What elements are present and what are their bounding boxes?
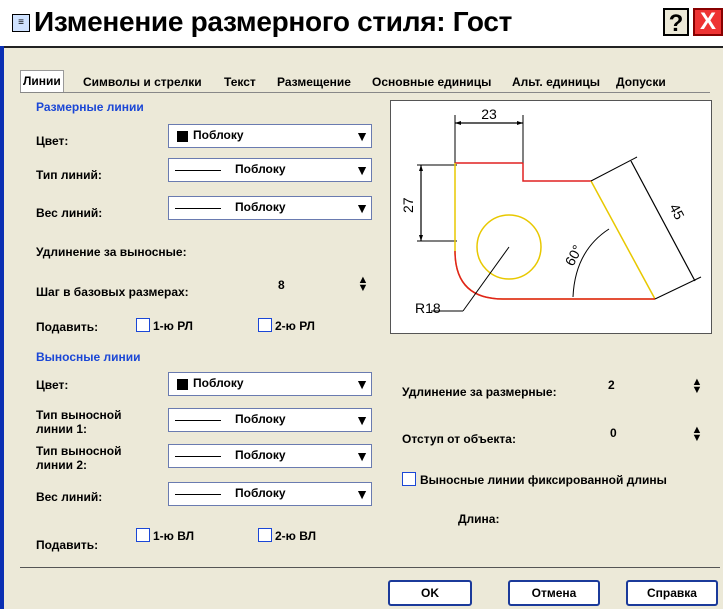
tab-divider [20,92,710,93]
ext2-linetype-label-b: линии 2: [36,458,88,472]
ext-color-value: Поблоку [193,376,244,390]
preview-panel: 23 27 R18 45 60° [390,100,712,334]
length-label: Длина: [458,512,500,526]
suppress-dim2-checkbox[interactable] [258,318,272,332]
window-title: Изменение размерного стиля: Гост [34,6,513,37]
color-swatch [177,379,188,390]
close-icon[interactable]: X [693,8,723,36]
window-border [0,46,4,609]
tab-symbols-arrows[interactable]: Символы и стрелки [83,72,202,92]
ext1-linetype-label-a: Тип выносной [36,408,122,422]
ext-lineweight-label: Вес линий: [36,490,103,504]
baseline-spinner[interactable]: ▲ ▼ [356,275,370,294]
tab-lines[interactable]: Линии [20,70,64,93]
color-swatch [177,131,188,142]
ext2-linetype-label-a: Тип выносной [36,444,122,458]
baseline-spacing-label: Шаг в базовых размерах: [36,285,189,299]
tab-fit[interactable]: Размещение [277,72,351,92]
help-button[interactable]: Справка [626,580,718,606]
group-ext-lines: Выносные линии [36,350,141,364]
bottom-separator [20,567,720,568]
chevron-down-icon[interactable]: ▼ [353,409,371,431]
line-sample [175,208,221,209]
dim-lineweight-label: Вес линий: [36,206,103,220]
tab-alternate-units[interactable]: Альт. единицы [512,72,600,92]
ext1-linetype-select[interactable]: Поблоку ▼ [168,408,372,432]
ext1-linetype-value: Поблоку [235,412,286,426]
dim-radius-label: R18 [415,300,441,316]
suppress-dim2-label: 2-ю РЛ [275,319,315,333]
ext2-linetype-value: Поблоку [235,448,286,462]
offset-origin-value[interactable]: 0 [610,426,617,440]
tab-primary-units[interactable]: Основные единицы [372,72,491,92]
dim-diag-label: 45 [666,201,688,222]
extend-beyond-value[interactable]: 2 [608,378,615,392]
dim-top-label: 23 [481,106,497,122]
line-sample [175,494,221,495]
suppress-ext1-label: 1-ю ВЛ [153,529,195,543]
chevron-down-icon[interactable]: ▼ [353,197,371,219]
dim-lineweight-value: Поблоку [235,200,286,214]
ext2-linetype-select[interactable]: Поблоку ▼ [168,444,372,468]
help-icon[interactable]: ? [663,8,689,37]
preview-drawing: 23 27 R18 45 60° [400,106,702,316]
extend-beyond-label: Удлинение за размерные: [402,385,557,399]
dim-angle-label: 60° [562,242,586,268]
extend-beyond-spinner[interactable]: ▲ ▼ [690,377,704,396]
ext-color-select[interactable]: Поблоку ▼ [168,372,372,396]
offset-origin-label: Отступ от объекта: [402,432,516,446]
dim-left-label: 27 [400,197,416,213]
chevron-down-icon[interactable]: ▼ [353,373,371,395]
suppress-ext1-checkbox[interactable] [136,528,150,542]
ext-suppress-label: Подавить: [36,538,99,552]
dim-extend-label: Удлинение за выносные: [36,245,187,259]
dim-lineweight-select[interactable]: Поблоку ▼ [168,196,372,220]
cancel-button[interactable]: Отмена [508,580,600,606]
fixed-length-label: Выносные линии фиксированной длины [420,473,667,487]
dim-linetype-value: Поблоку [235,162,286,176]
line-sample [175,456,221,457]
chevron-down-icon[interactable]: ▼ [353,445,371,467]
suppress-ext2-label: 2-ю ВЛ [275,529,317,543]
suppress-dim1-checkbox[interactable] [136,318,150,332]
dim-linetype-select[interactable]: Поблоку ▼ [168,158,372,182]
title-bar: ≡ Изменение размерного стиля: Гост ? X [0,0,723,48]
tab-tolerances[interactable]: Допуски [616,72,666,92]
app-icon: ≡ [12,14,30,32]
suppress-ext2-checkbox[interactable] [258,528,272,542]
dim-linetype-label: Тип линий: [36,168,102,182]
ext1-linetype-label-b: линии 1: [36,422,88,436]
dim-color-select[interactable]: Поблоку ▼ [168,124,372,148]
suppress-dim1-label: 1-ю РЛ [153,319,193,333]
chevron-down-icon[interactable]: ▼ [353,159,371,181]
ext-color-label: Цвет: [36,378,69,392]
fixed-length-checkbox[interactable] [402,472,416,486]
line-sample [175,420,221,421]
offset-origin-spinner[interactable]: ▲ ▼ [690,425,704,444]
dim-color-value: Поблоку [193,128,244,142]
line-sample [175,170,221,171]
ext-lineweight-select[interactable]: Поблоку ▼ [168,482,372,506]
chevron-down-icon[interactable]: ▼ [353,483,371,505]
chevron-down-icon[interactable]: ▼ [353,125,371,147]
tab-text[interactable]: Текст [224,72,256,92]
baseline-spacing-value[interactable]: 8 [278,278,285,292]
ok-button[interactable]: OK [388,580,472,606]
dim-suppress-label: Подавить: [36,320,99,334]
dim-color-label: Цвет: [36,134,69,148]
group-dim-lines: Размерные линии [36,100,144,114]
ext-lineweight-value: Поблоку [235,486,286,500]
